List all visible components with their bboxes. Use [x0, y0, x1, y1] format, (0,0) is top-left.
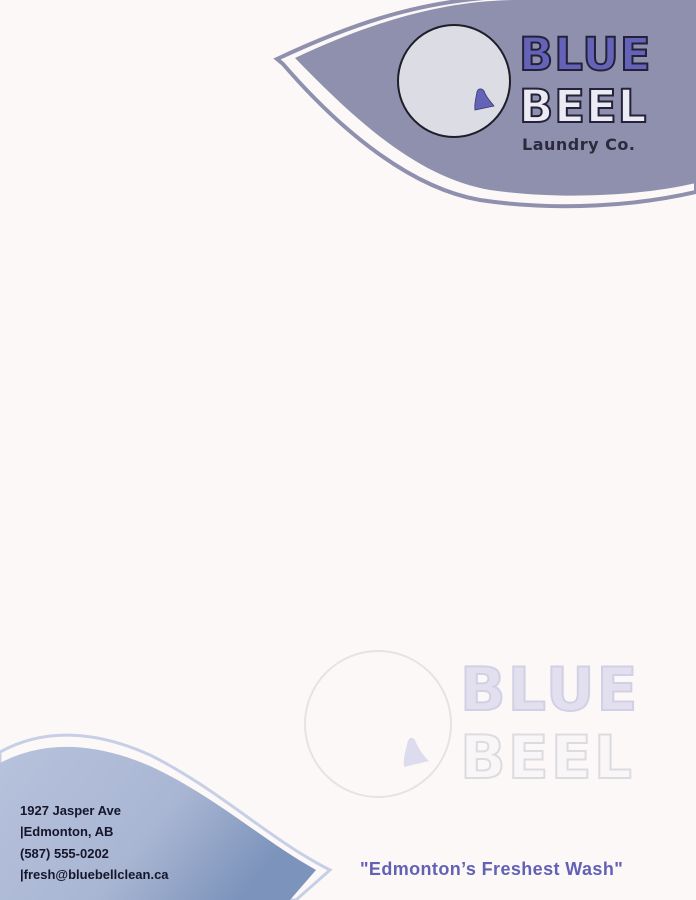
watermark-name-line1: BLUE: [459, 655, 640, 725]
contact-email: |fresh@bluebellclean.ca: [20, 866, 169, 882]
contact-phone: (587) 555-0202: [20, 845, 109, 861]
brand-subtitle: Laundry Co.: [522, 135, 636, 154]
logo-circle: [397, 24, 511, 138]
tagline: "Edmonton’s Freshest Wash": [360, 859, 624, 879]
brand-name-line2: BEEL: [518, 80, 648, 133]
watermark-bell-icon: [403, 737, 429, 767]
contact-block: 1927 Jasper Ave |Edmonton, AB (587) 555-…: [20, 800, 169, 885]
watermark-circle: [304, 650, 452, 798]
watermark-name-line2: BEEL: [459, 723, 634, 793]
contact-street: 1927 Jasper Ave: [20, 803, 121, 818]
letterhead-page: BLUE BEEL Laundry Co. BLUE BEEL 1927 Jas…: [0, 0, 696, 900]
brand-name-line1: BLUE: [518, 28, 652, 81]
contact-city: |Edmonton, AB: [20, 824, 114, 840]
